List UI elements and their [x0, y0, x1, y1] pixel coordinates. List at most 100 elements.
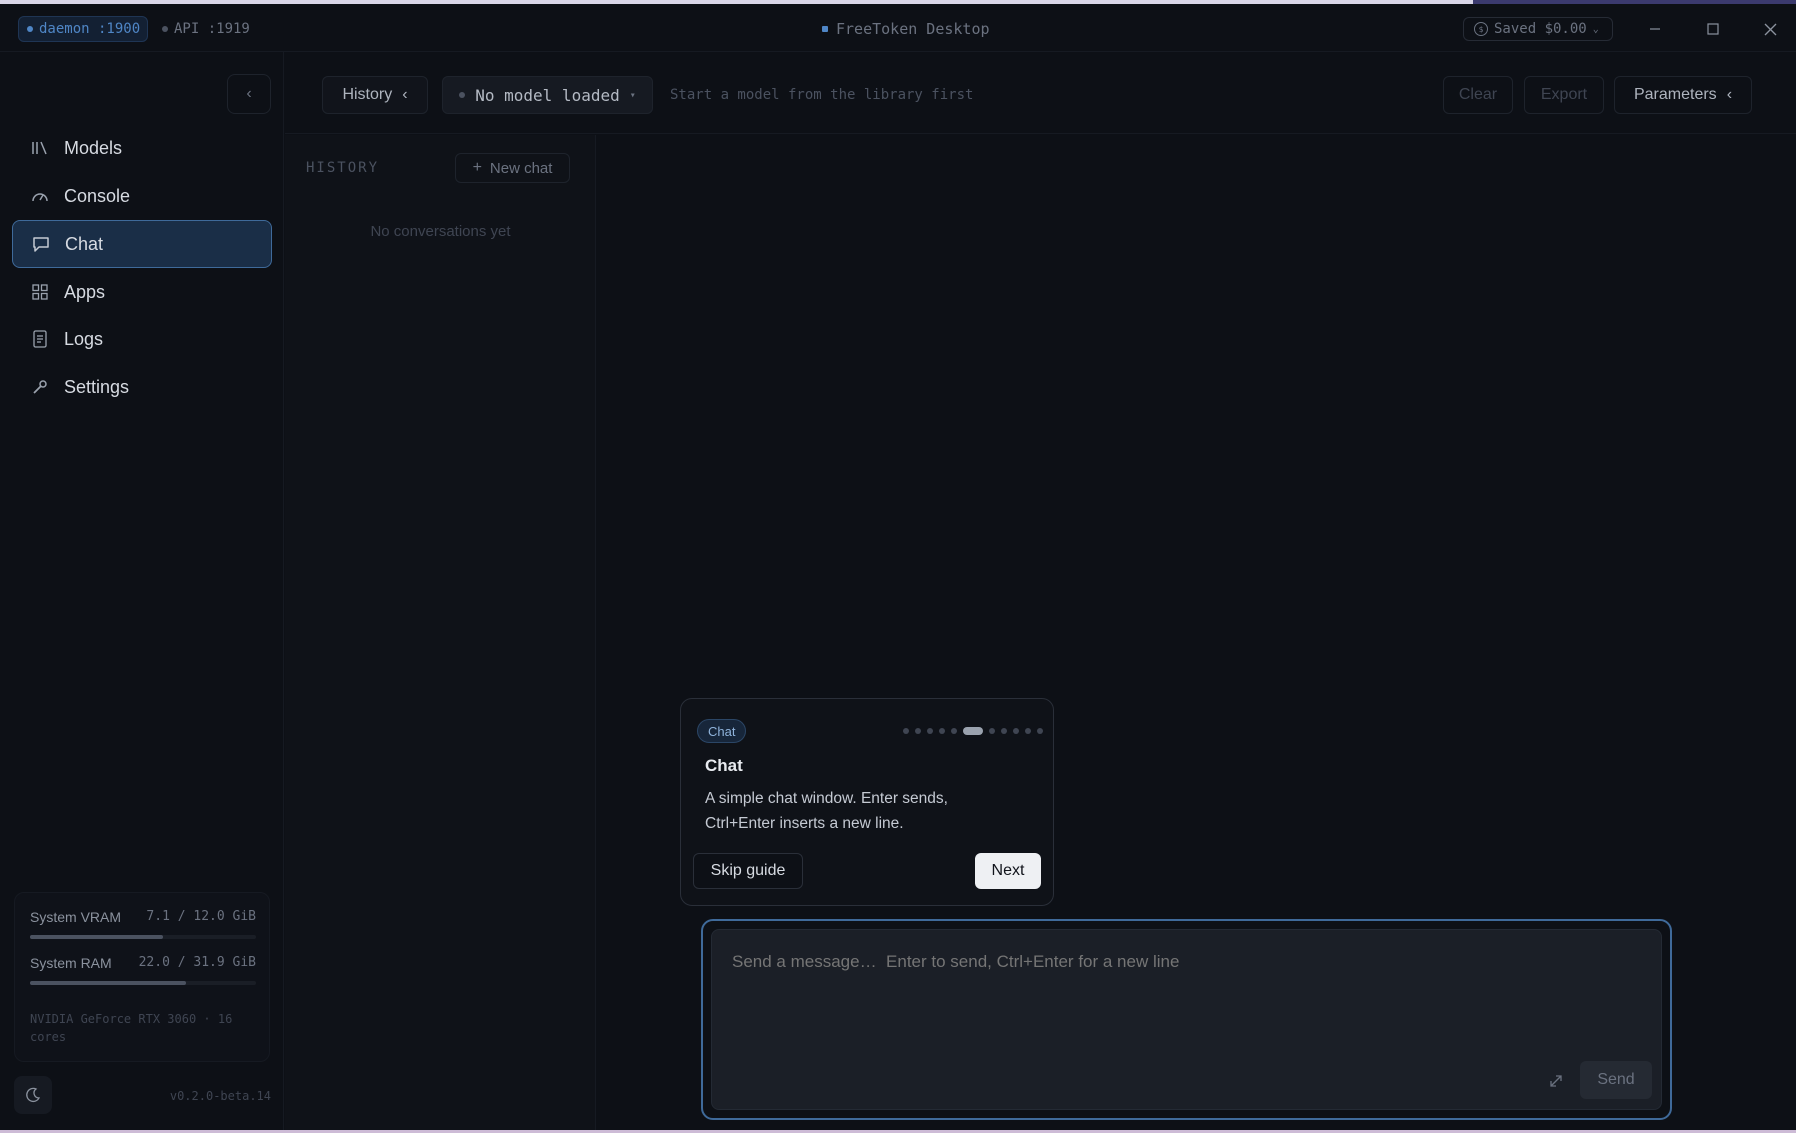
close-button[interactable]: [1756, 16, 1784, 42]
sidebar-item-apps[interactable]: Apps: [12, 268, 272, 316]
maximize-button[interactable]: [1699, 16, 1727, 42]
titlebar: daemon :1900 API :1919 FreeToken Desktop…: [0, 4, 1796, 52]
export-button-label: Export: [1540, 86, 1588, 103]
app-title: FreeToken Desktop: [836, 20, 990, 38]
history-heading: HISTORY: [306, 160, 380, 176]
guide-step-dots: [903, 727, 1043, 735]
guide-step-dot: [951, 728, 957, 734]
app-window: daemon :1900 API :1919 FreeToken Desktop…: [0, 4, 1796, 1130]
ram-row: System RAM 22.0 / 31.9 GiB: [30, 955, 256, 971]
sidebar-item-label: Apps: [64, 281, 106, 302]
guide-step-dot: [903, 728, 909, 734]
gpu-info: NVIDIA GeForce RTX 3060 · 16 cores: [30, 1012, 233, 1044]
library-icon: [30, 138, 50, 158]
sidebar-item-chat[interactable]: Chat: [12, 220, 272, 268]
skip-guide-button[interactable]: Skip guide: [693, 853, 803, 889]
ram-label: System RAM: [30, 955, 112, 971]
api-status-badge[interactable]: API :1919: [160, 16, 270, 42]
window-title: FreeToken Desktop: [822, 16, 990, 42]
minimize-button[interactable]: [1641, 16, 1669, 42]
model-selector-label: No model loaded: [475, 85, 620, 105]
plus-icon: +: [472, 159, 482, 176]
history-empty-text: No conversations yet: [370, 223, 511, 240]
daemon-status-badge[interactable]: daemon :1900: [18, 16, 148, 42]
guide-body: A simple chat window. Enter sends, Ctrl+…: [705, 790, 948, 832]
status-dot-icon: [162, 26, 168, 32]
new-chat-button[interactable]: + New chat: [455, 153, 570, 183]
parameters-button-label: Parameters: [1633, 86, 1717, 103]
guide-step-dot: [989, 728, 995, 734]
history-toggle-button[interactable]: History ‹: [322, 76, 428, 114]
sidebar-item-label: Console: [64, 185, 131, 206]
guide-step-dot: [927, 728, 933, 734]
ram-usage-fill: [30, 981, 186, 985]
guide-tag: Chat: [697, 719, 747, 743]
chat-bubble-icon: [31, 234, 51, 254]
expand-composer-button[interactable]: [1541, 1066, 1571, 1096]
api-label: API :1919: [174, 21, 250, 37]
vram-label: System VRAM: [30, 909, 122, 925]
wrench-icon: [30, 377, 50, 397]
sidebar-item-label: Settings: [64, 376, 130, 397]
chevron-down-icon: ⌄: [1592, 23, 1599, 35]
sidebar-item-settings[interactable]: Settings: [12, 363, 272, 411]
gauge-icon: [30, 186, 50, 206]
guide-step-dot: [1025, 728, 1031, 734]
chat-toolbar: History ‹ No model loaded ▾ Start a mode…: [285, 52, 1796, 134]
collapse-sidebar-button[interactable]: ‹: [227, 74, 271, 114]
vram-row: System VRAM 7.1 / 12.0 GiB: [30, 909, 256, 925]
chevron-left-icon: ‹: [246, 85, 252, 102]
coin-icon: $: [1474, 22, 1488, 36]
ram-usage-bar: [30, 981, 256, 985]
guide-step-dot-active: [963, 727, 983, 735]
sidebar: ‹ Models Console Chat Apps Logs Settings…: [0, 52, 284, 1130]
history-button-label: History: [342, 86, 393, 103]
logs-icon: [30, 329, 50, 349]
history-panel: HISTORY + New chat No conversations yet: [285, 135, 596, 1130]
sidebar-item-logs[interactable]: Logs: [12, 315, 272, 363]
moon-icon: [26, 1087, 41, 1102]
clear-button-label: Clear: [1458, 86, 1498, 103]
model-selector[interactable]: No model loaded ▾: [442, 76, 653, 114]
parameters-toggle-button[interactable]: Parameters ‹: [1614, 76, 1752, 114]
savings-dropdown[interactable]: $ Saved $0.00 ⌄: [1463, 17, 1613, 41]
composer: Send: [711, 929, 1662, 1110]
model-hint: Start a model from the library first: [670, 87, 974, 103]
saved-label: Saved $0.00: [1494, 21, 1587, 37]
onboarding-guide-card: Chat Chat A simple chat window. Enter se…: [680, 698, 1054, 906]
new-chat-label: New chat: [489, 159, 553, 177]
clear-button[interactable]: Clear: [1443, 76, 1513, 114]
message-input[interactable]: [732, 952, 1632, 972]
app-logo-icon: [822, 26, 828, 32]
guide-step-dot: [1013, 728, 1019, 734]
send-button[interactable]: Send: [1580, 1061, 1652, 1099]
maximize-icon: [1707, 23, 1719, 35]
status-dot-icon: [27, 26, 33, 32]
sidebar-item-label: Chat: [65, 233, 104, 254]
sidebar-item-models[interactable]: Models: [12, 124, 272, 172]
guide-step-dot: [939, 728, 945, 734]
expand-icon: [1550, 1075, 1562, 1087]
grid-icon: [30, 282, 50, 302]
ram-value: 22.0 / 31.9 GiB: [138, 955, 256, 970]
chevron-left-icon: ‹: [1726, 86, 1733, 103]
guide-step-dot: [1037, 728, 1043, 734]
daemon-label: daemon :1900: [39, 21, 141, 37]
guide-step-dot: [915, 728, 921, 734]
vram-value: 7.1 / 12.0 GiB: [146, 909, 256, 924]
sidebar-item-label: Models: [64, 137, 123, 158]
sidebar-item-console[interactable]: Console: [12, 172, 272, 220]
close-icon: [1764, 23, 1776, 35]
app-version: v0.2.0-beta.14: [169, 1089, 271, 1103]
next-button[interactable]: Next: [975, 853, 1041, 889]
theme-toggle-button[interactable]: [14, 1076, 52, 1114]
sidebar-item-label: Logs: [64, 328, 104, 349]
status-dot-icon: [459, 92, 466, 98]
composer-focus-ring: Send: [701, 919, 1672, 1120]
caret-down-icon: ▾: [629, 89, 636, 101]
chevron-left-icon: ‹: [402, 86, 408, 103]
vram-usage-bar: [30, 935, 256, 939]
vram-usage-fill: [30, 935, 164, 939]
export-button[interactable]: Export: [1524, 76, 1604, 114]
guide-step-dot: [1001, 728, 1007, 734]
